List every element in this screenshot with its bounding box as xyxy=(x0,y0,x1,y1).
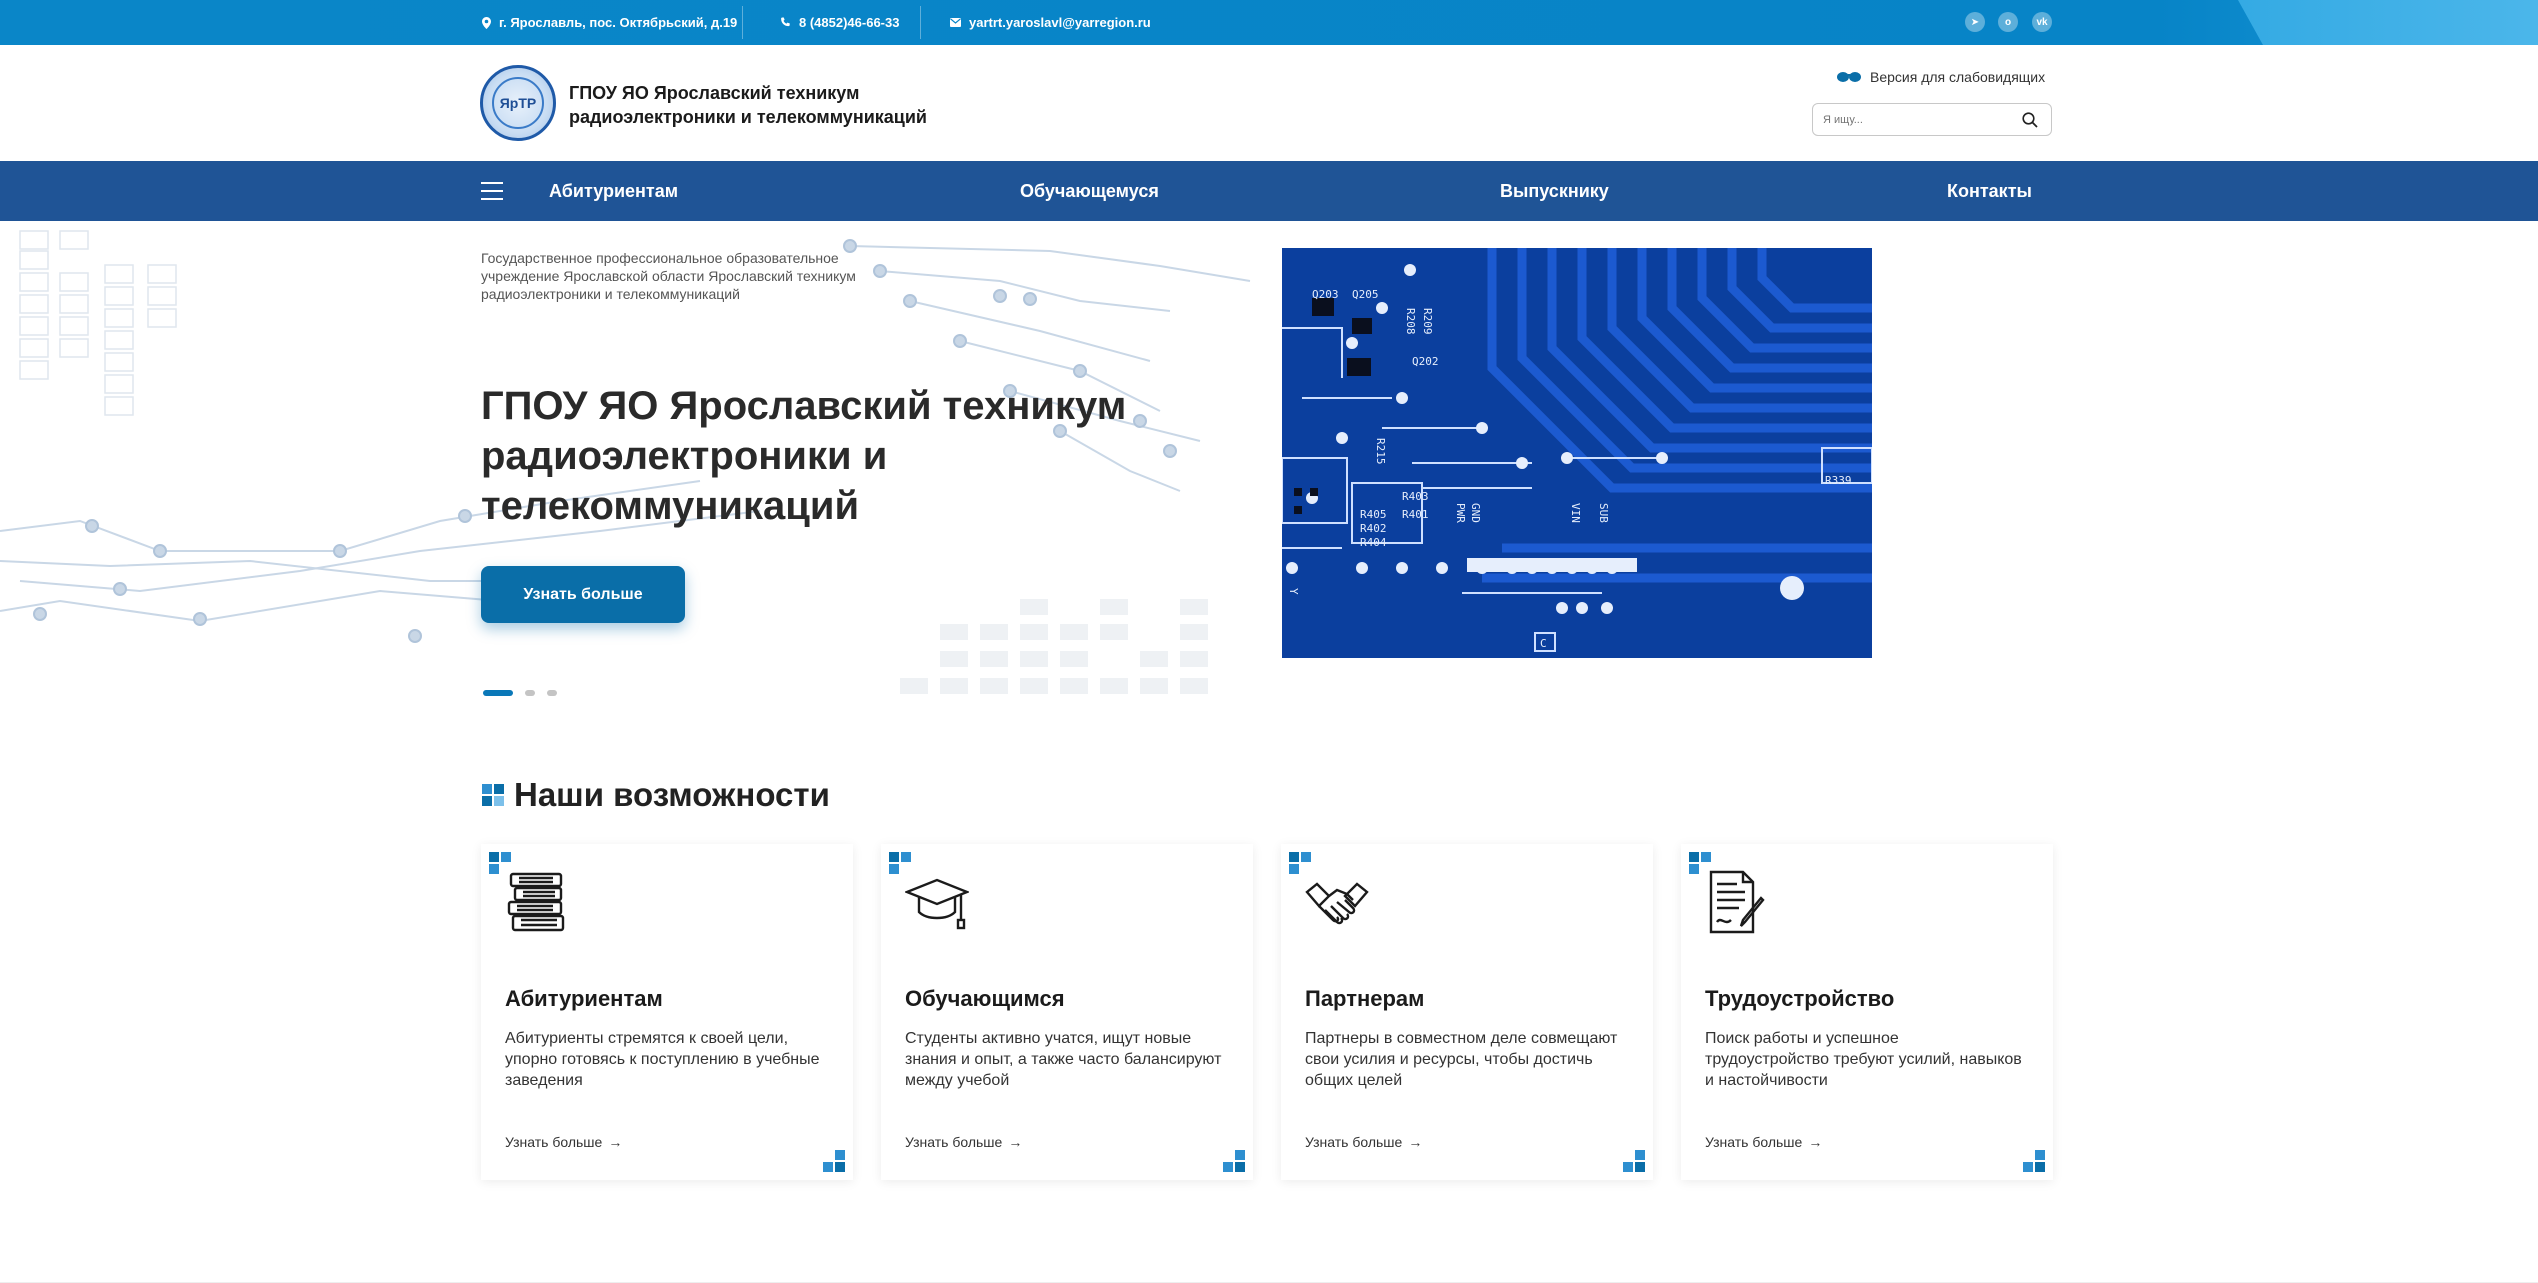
phone-link[interactable]: 8 (4852)46-66-33 xyxy=(780,0,899,45)
learn-more-label: Узнать больше xyxy=(1705,1134,1803,1150)
phone-text: 8 (4852)46-66-33 xyxy=(799,15,900,30)
site-title-line2: радиоэлектроники и телекоммуникаций xyxy=(569,107,927,127)
college-logo[interactable]: ЯрТР xyxy=(480,65,556,141)
circuit-board-illustration: Q203 Q205 R208 R209 Q202 R215 R403 R405 … xyxy=(1282,248,1872,658)
arrow-right-icon: → xyxy=(1008,1134,1023,1150)
board-label-r209: R209 xyxy=(1421,308,1434,335)
location-pin-icon xyxy=(482,16,491,29)
nav-item-graduates[interactable]: Выпускнику xyxy=(1500,161,1609,221)
squares-icon xyxy=(823,1150,845,1172)
nav-item-students[interactable]: Обучающемуся xyxy=(1020,161,1159,221)
hero-subtitle: Государственное профессиональное образов… xyxy=(481,250,856,302)
search-icon[interactable] xyxy=(2019,109,2041,131)
arrow-right-icon: → xyxy=(1408,1134,1423,1150)
address: г. Ярославль, пос. Октябрьский, д.19 xyxy=(482,0,737,45)
board-label-y: Y xyxy=(1287,588,1300,595)
feature-card-applicants[interactable]: Абитуриентам Абитуриенты стремятся к сво… xyxy=(481,844,853,1180)
site-title[interactable]: ГПОУ ЯО Ярославский техникум радиоэлектр… xyxy=(569,81,927,129)
feature-card-title: Трудоустройство xyxy=(1705,986,1895,1011)
board-label-q205: Q205 xyxy=(1352,288,1379,301)
nav-item-applicants[interactable]: Абитуриентам xyxy=(549,161,678,221)
board-label-gnd: GND xyxy=(1469,503,1482,523)
board-label-r403: R403 xyxy=(1402,490,1429,503)
board-label-r215: R215 xyxy=(1374,438,1387,465)
hero-slider: Государственное профессиональное образов… xyxy=(0,221,2538,721)
squares-icon xyxy=(1623,1150,1645,1172)
feature-card-title: Партнерам xyxy=(1305,986,1425,1011)
learn-more-link[interactable]: Узнать больше → xyxy=(1705,1134,1822,1150)
contract-icon xyxy=(1709,870,1765,934)
learn-more-link[interactable]: Узнать больше → xyxy=(905,1134,1022,1150)
squares-icon xyxy=(482,784,504,806)
mail-icon xyxy=(950,18,961,27)
board-label-q202: Q202 xyxy=(1412,355,1439,368)
feature-card-text: Абитуриенты стремятся к своей цели, упор… xyxy=(505,1030,820,1089)
logo-emblem: ЯрТР xyxy=(492,77,544,129)
arrow-right-icon: → xyxy=(1808,1134,1823,1150)
learn-more-label: Узнать больше xyxy=(905,1134,1003,1150)
handshake-icon xyxy=(1305,882,1369,925)
learn-more-link[interactable]: Узнать больше → xyxy=(1305,1134,1422,1150)
visually-impaired-link[interactable]: Версия для слабовидящих xyxy=(1836,69,2045,85)
slider-dot-3[interactable] xyxy=(547,690,557,696)
board-label-pwr: PWR xyxy=(1454,503,1467,523)
glasses-icon xyxy=(1837,72,1861,82)
board-label-r404: R404 xyxy=(1360,536,1387,549)
graduation-cap-icon xyxy=(905,878,969,930)
nav-item-contacts[interactable]: Контакты xyxy=(1947,161,2032,221)
learn-more-label: Узнать больше xyxy=(505,1134,603,1150)
feature-card-employment[interactable]: Трудоустройство Поиск работы и успешное … xyxy=(1681,844,2053,1180)
circuit-board-image: Q203 Q205 R208 R209 Q202 R215 R403 R405 … xyxy=(1282,248,1872,658)
board-label-r405: R405 xyxy=(1360,508,1387,521)
telegram-icon[interactable]: ➤ xyxy=(1965,12,1985,32)
top-bar-decor xyxy=(2238,0,2538,45)
learn-more-link[interactable]: Узнать больше → xyxy=(505,1134,622,1150)
board-label-sub: SUB xyxy=(1597,503,1610,523)
feature-card-title: Абитуриентам xyxy=(505,986,663,1011)
feature-card-text: Студенты активно учатся, ищут новые знан… xyxy=(905,1030,1222,1089)
site-header: ЯрТР ГПОУ ЯО Ярославский техникум радиоэ… xyxy=(0,45,2538,161)
board-label-q203: Q203 xyxy=(1312,288,1339,301)
slider-dot-2[interactable] xyxy=(525,690,535,696)
email-text: yartrt.yaroslavl@yarregion.ru xyxy=(969,15,1151,30)
top-bar: г. Ярославль, пос. Октябрьский, д.19 8 (… xyxy=(0,0,2538,45)
board-label-r401: R401 xyxy=(1402,508,1429,521)
features-heading: Наши возможности xyxy=(482,776,830,814)
features-title: Наши возможности xyxy=(514,776,830,813)
board-label-c: C xyxy=(1540,637,1547,650)
squares-icon xyxy=(2023,1150,2045,1172)
visually-impaired-label: Версия для слабовидящих xyxy=(1870,69,2046,85)
arrow-right-icon: → xyxy=(608,1134,623,1150)
squares-icon xyxy=(1223,1150,1245,1172)
board-label-r208: R208 xyxy=(1404,308,1417,335)
feature-card-students[interactable]: Обучающимся Студенты активно учатся, ищу… xyxy=(881,844,1253,1180)
phone-icon xyxy=(781,17,790,27)
email-link[interactable]: yartrt.yaroslavl@yarregion.ru xyxy=(950,0,1151,45)
hero-title: ГПОУ ЯО Ярославский техникум радиоэлектр… xyxy=(481,384,1127,528)
feature-card-title: Обучающимся xyxy=(905,986,1065,1011)
slider-dot-1[interactable] xyxy=(483,690,513,696)
feature-card-text: Партнеры в совместном деле совмещают сво… xyxy=(1305,1030,1618,1089)
feature-card-text: Поиск работы и успешное трудоустройство … xyxy=(1705,1030,2022,1089)
features-cards: Абитуриентам Абитуриенты стремятся к сво… xyxy=(481,844,2053,1180)
learn-more-label: Узнать больше xyxy=(1305,1134,1403,1150)
books-icon xyxy=(507,872,565,932)
site-title-line1: ГПОУ ЯО Ярославский техникум xyxy=(569,83,860,103)
board-label-r402: R402 xyxy=(1360,522,1387,535)
main-nav: Абитуриентам Обучающемуся Выпускнику Кон… xyxy=(0,161,2538,221)
odnoklassniki-icon[interactable]: о xyxy=(1998,12,2018,32)
search-input[interactable] xyxy=(1823,113,2019,126)
feature-card-partners[interactable]: Партнерам Партнеры в совместном деле сов… xyxy=(1281,844,1653,1180)
address-text: г. Ярославль, пос. Октябрьский, д.19 xyxy=(499,15,738,30)
board-label-r339: R339 xyxy=(1825,474,1852,487)
logo-text: ЯрТР xyxy=(499,95,537,111)
vk-icon[interactable]: vk xyxy=(2032,12,2052,32)
search-box xyxy=(1812,103,2052,136)
board-label-vin: VIN xyxy=(1569,503,1582,523)
slider-pagination xyxy=(483,690,557,696)
hero-learn-more-button[interactable]: Узнать больше xyxy=(481,566,685,623)
hamburger-menu-icon[interactable] xyxy=(481,180,503,202)
